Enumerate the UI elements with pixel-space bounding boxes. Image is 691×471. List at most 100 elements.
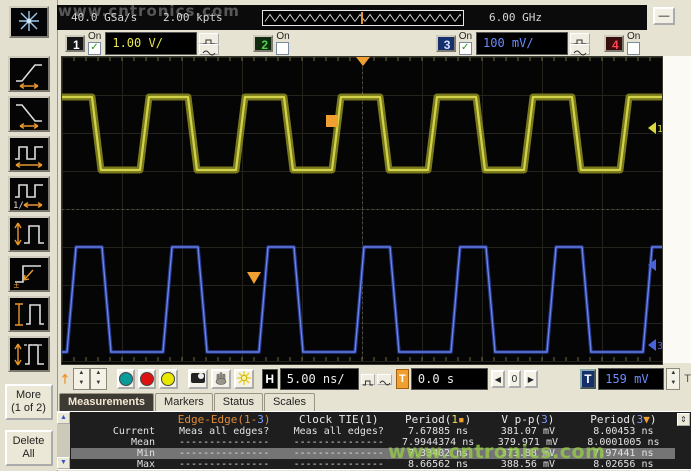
tab-scales[interactable]: Scales bbox=[264, 393, 315, 411]
trigger-tag-label: T bbox=[684, 373, 691, 385]
channel-1-on-checkbox[interactable]: ✓ bbox=[88, 42, 101, 55]
channel-4-button[interactable]: 4 bbox=[604, 35, 624, 52]
delay-right-button[interactable]: ▶ bbox=[524, 370, 537, 388]
tab-measurements[interactable]: Measurements bbox=[59, 393, 154, 411]
spin-up-button[interactable]: ▲ bbox=[91, 369, 106, 379]
trigger-level-display[interactable]: 159 mV bbox=[598, 368, 664, 390]
display-icon bbox=[190, 372, 206, 384]
zoom-window-button[interactable] bbox=[377, 374, 392, 385]
measurement-column-header[interactable]: Period(1▪) bbox=[392, 413, 484, 426]
rise-time-measure-button[interactable] bbox=[8, 56, 50, 92]
yellow-marker-button[interactable] bbox=[159, 369, 177, 389]
position-spinner: ▲▼ ▲▼ bbox=[73, 368, 107, 390]
channel-3-on-label: On bbox=[459, 32, 472, 42]
tab-status[interactable]: Status bbox=[214, 393, 263, 411]
brightness-icon bbox=[236, 371, 252, 385]
svg-text:3: 3 bbox=[657, 341, 662, 352]
oscilloscope-window: www.cntronics.com www.cntronics.com bbox=[0, 0, 691, 471]
delay-zero-button[interactable]: 0 bbox=[508, 370, 521, 388]
tab-markers[interactable]: Markers bbox=[155, 393, 213, 411]
positive-width-icon bbox=[11, 219, 47, 249]
more-button[interactable]: More (1 of 2) bbox=[5, 384, 53, 420]
channel-3-on-checkbox[interactable]: ✓ bbox=[459, 42, 472, 55]
more-sub-label: (1 of 2) bbox=[7, 402, 51, 415]
channel-3-square-coupling-button[interactable] bbox=[570, 33, 590, 44]
channel-3-sine-coupling-button[interactable] bbox=[570, 44, 590, 55]
touch-button[interactable] bbox=[211, 369, 231, 389]
channel-3-scale-display[interactable]: 100 mV/ bbox=[476, 32, 568, 55]
bottom-panel-tabs: Measurements Markers Status Scales bbox=[59, 393, 316, 411]
minimize-button[interactable]: — bbox=[653, 7, 675, 25]
timebase-display[interactable]: 5.00 ns/ bbox=[280, 368, 359, 390]
svg-text:±: ± bbox=[13, 281, 20, 289]
v-peak-to-peak-icon bbox=[11, 339, 47, 369]
brightness-button[interactable] bbox=[234, 369, 254, 389]
channel-2-button[interactable]: 2 bbox=[253, 35, 273, 52]
resize-panel-button[interactable]: ⇕ bbox=[677, 413, 690, 426]
teal-marker-button[interactable] bbox=[117, 369, 135, 389]
trigger-menu-button[interactable]: T bbox=[396, 369, 409, 389]
measurement-column-header[interactable]: V p-p(3) bbox=[484, 413, 572, 426]
channel-1-button[interactable]: 1 bbox=[65, 35, 85, 52]
measurement-column-header[interactable]: Clock TIE(1) bbox=[285, 413, 392, 426]
measurement-header-row: Edge-Edge(1-3)Clock TIE(1)Period(1▪)V p-… bbox=[71, 413, 675, 426]
spin-up-button[interactable]: ▲ bbox=[667, 369, 679, 379]
delete-all-button[interactable]: Delete All bbox=[5, 430, 53, 466]
period-measure-button[interactable] bbox=[8, 136, 50, 172]
scroll-up-button[interactable]: ▲ bbox=[57, 412, 70, 424]
channel-4-on-label: On bbox=[627, 32, 640, 42]
channel-2-on-label: On bbox=[276, 32, 289, 42]
channel-2-on-checkbox[interactable] bbox=[276, 42, 289, 55]
measurement-row-current[interactable]: CurrentMeas all edges?Meas all edges?7.6… bbox=[71, 426, 675, 437]
channel-1-on-label: On bbox=[88, 32, 101, 42]
app-logo-button[interactable] bbox=[9, 6, 49, 38]
spin-down-button[interactable]: ▼ bbox=[74, 379, 89, 389]
channel-1-sine-coupling-button[interactable] bbox=[199, 44, 219, 55]
scope-canvas: 13 bbox=[62, 57, 662, 362]
more-label: More bbox=[7, 389, 51, 402]
measurement-column-header[interactable]: Period(3▼) bbox=[572, 413, 675, 426]
positive-width-measure-button[interactable] bbox=[8, 216, 50, 252]
waveform-display[interactable]: 13 bbox=[61, 56, 663, 365]
period-icon bbox=[11, 139, 47, 169]
main-window-button[interactable] bbox=[361, 374, 376, 385]
measurements-scrollbar[interactable]: ▲ ▼ bbox=[57, 412, 70, 469]
square-wave-icon bbox=[362, 379, 374, 387]
timebase-preview-canvas bbox=[263, 12, 461, 24]
channel-1-scale-display[interactable]: 1.00 V/ bbox=[105, 32, 197, 55]
red-marker-button[interactable] bbox=[138, 369, 156, 389]
spin-up-button[interactable]: ▲ bbox=[74, 369, 89, 379]
measurements-panel: ▲ ▼ Edge-Edge(1-3)Clock TIE(1)Period(1▪)… bbox=[57, 411, 691, 470]
spin-down-button[interactable]: ▼ bbox=[91, 379, 106, 389]
negative-width-measure-button[interactable]: ± bbox=[8, 256, 50, 292]
delay-left-button[interactable]: ◀ bbox=[491, 370, 504, 388]
delete-all-label-2: All bbox=[7, 448, 51, 461]
amplitude-icon bbox=[11, 299, 47, 329]
svg-text:1/: 1/ bbox=[13, 201, 24, 209]
fall-time-icon bbox=[11, 99, 47, 129]
sidebar: 1/ ± bbox=[0, 0, 58, 471]
display-settings-button[interactable] bbox=[188, 369, 208, 389]
measurement-row-min[interactable]: Min------------------------------7.33402… bbox=[71, 448, 675, 459]
amplitude-measure-button[interactable] bbox=[8, 296, 50, 332]
vpp-measure-button[interactable] bbox=[8, 336, 50, 372]
horizontal-settings-button[interactable]: H bbox=[262, 369, 278, 389]
measurement-row-max[interactable]: Max------------------------------8.66562… bbox=[71, 459, 675, 470]
sample-rate-readout: 40.0 GSa/s bbox=[71, 11, 137, 24]
infiniium-logo-icon bbox=[15, 9, 43, 33]
channel-3-button[interactable]: 3 bbox=[436, 35, 456, 52]
channel-1-square-coupling-button[interactable] bbox=[199, 33, 219, 44]
spin-down-button[interactable]: ▼ bbox=[667, 379, 679, 389]
scroll-down-button[interactable]: ▼ bbox=[57, 457, 70, 469]
trigger-source-button[interactable]: T bbox=[580, 369, 597, 389]
frequency-measure-button[interactable]: 1/ bbox=[8, 176, 50, 212]
measurement-column-header[interactable]: Edge-Edge(1-3) bbox=[163, 413, 285, 426]
measurement-row-mean[interactable]: Mean------------------------------7.9944… bbox=[71, 437, 675, 448]
timebase-preview-bar[interactable] bbox=[262, 10, 464, 26]
hand-icon bbox=[213, 371, 229, 385]
trigger-level-spinner: ▲▼ bbox=[666, 368, 680, 390]
channel-4-on-checkbox[interactable] bbox=[627, 42, 640, 55]
fall-time-measure-button[interactable] bbox=[8, 96, 50, 132]
memory-depth-readout: 2.00 kpts bbox=[163, 11, 223, 24]
trigger-delay-display[interactable]: 0.0 s bbox=[411, 368, 488, 390]
